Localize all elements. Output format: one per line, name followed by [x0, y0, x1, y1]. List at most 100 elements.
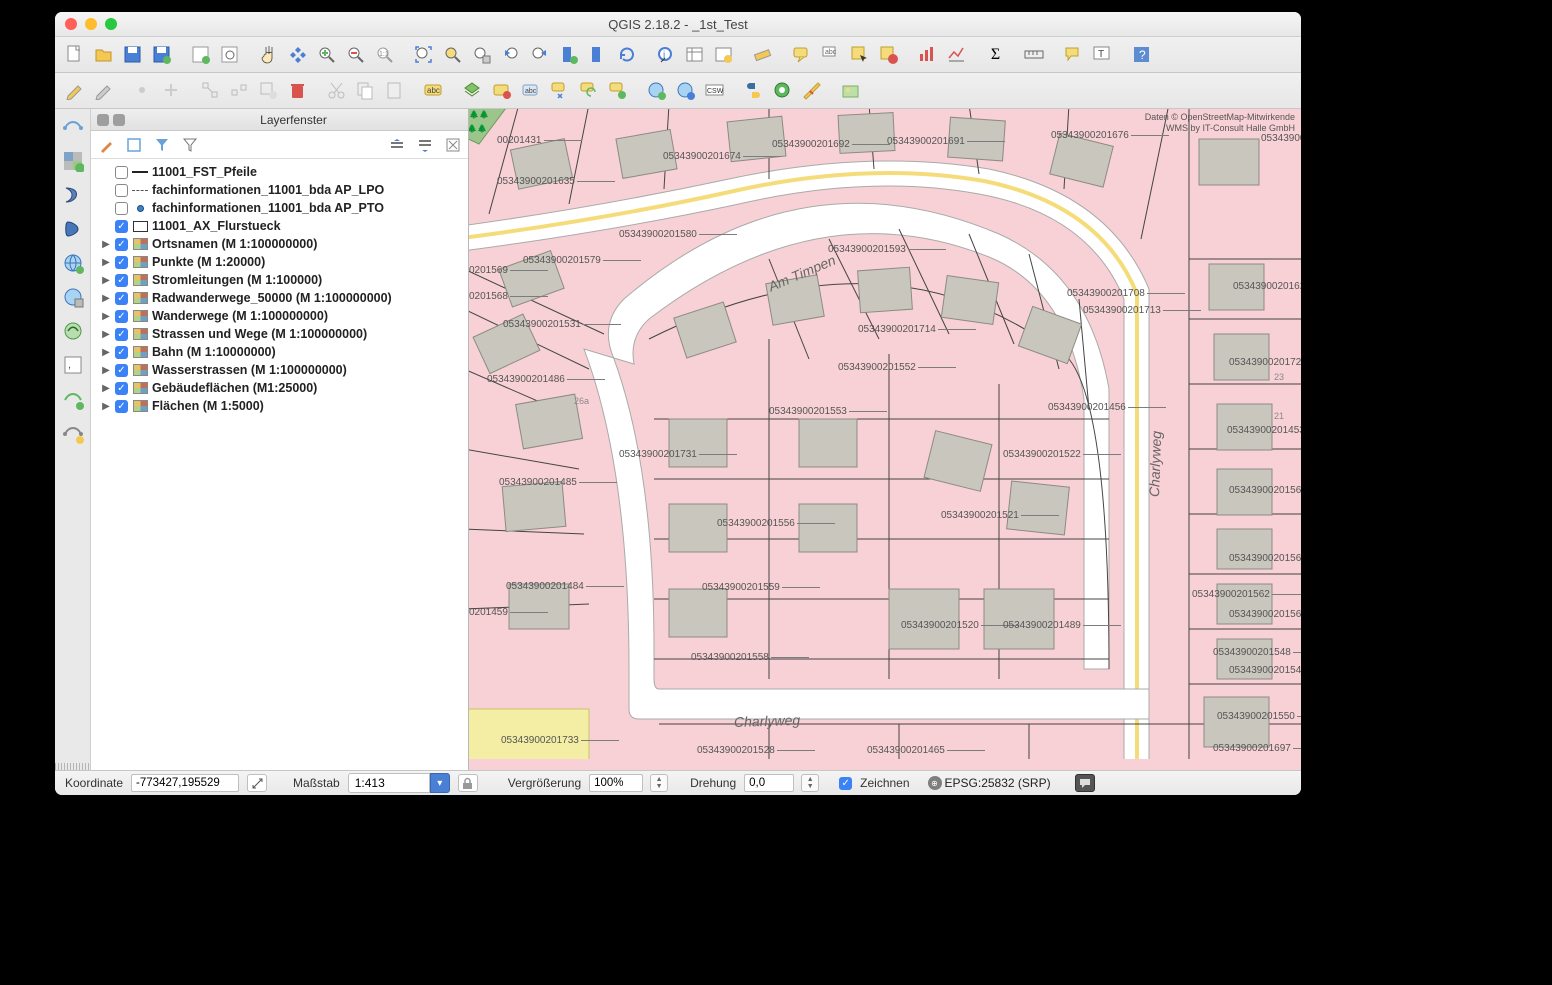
layout-manager-button[interactable]	[216, 41, 243, 68]
highlight-labels-button[interactable]: abc	[517, 77, 544, 104]
rotation-input[interactable]	[744, 774, 794, 792]
layer-checkbox[interactable]: ✓	[115, 274, 128, 287]
render-checkbox[interactable]: ✓	[839, 777, 852, 790]
layer-checkbox[interactable]: ✓	[115, 364, 128, 377]
annotation-tool-button[interactable]	[1060, 41, 1087, 68]
scale-selector[interactable]: ▾	[348, 773, 450, 793]
refresh-button[interactable]	[613, 41, 640, 68]
add-feature-button[interactable]	[129, 77, 156, 104]
filter-by-content-button[interactable]	[151, 134, 173, 156]
change-label-button[interactable]	[604, 77, 631, 104]
layer-checkbox[interactable]: ✓	[115, 256, 128, 269]
add-raster-button[interactable]	[59, 147, 87, 175]
add-spatialite-button[interactable]	[59, 181, 87, 209]
expand-icon[interactable]: ▶	[101, 329, 111, 340]
help-button[interactable]: ?	[1128, 41, 1155, 68]
zoom-in-button[interactable]	[313, 41, 340, 68]
maptips-button[interactable]	[788, 41, 815, 68]
zoom-to-layer-button[interactable]	[468, 41, 495, 68]
layer-item[interactable]: ▶✓Flächen (M 1:5000)	[91, 397, 468, 415]
add-virtual-button[interactable]	[59, 385, 87, 413]
map-canvas[interactable]: 🌲🌲 🌲🌲	[469, 109, 1301, 770]
layer-item[interactable]: fachinformationen_11001_bda AP_PTO	[91, 199, 468, 217]
save-edits-button[interactable]	[90, 77, 117, 104]
zoom-to-selection-button[interactable]	[439, 41, 466, 68]
filter-legend-button[interactable]	[123, 134, 145, 156]
save-as-button[interactable]	[148, 41, 175, 68]
collapse-all-button[interactable]	[414, 134, 436, 156]
expand-all-button[interactable]	[386, 134, 408, 156]
identify-button[interactable]: i	[652, 41, 679, 68]
attribute-table-button[interactable]	[681, 41, 708, 68]
geolocate-button[interactable]	[672, 77, 699, 104]
expand-icon[interactable]: ▶	[101, 239, 111, 250]
layer-item[interactable]: ▶✓Punkte (M 1:20000)	[91, 253, 468, 271]
statistical-summary-button[interactable]	[943, 41, 970, 68]
panel-undock-icon[interactable]	[113, 114, 125, 126]
close-button[interactable]	[65, 18, 77, 30]
expand-icon[interactable]: ▶	[101, 275, 111, 286]
coord-input[interactable]	[131, 774, 239, 792]
rotation-spinner[interactable]: ▲▼	[801, 774, 819, 792]
layer-item[interactable]: ▶✓Ortsnamen (M 1:100000000)	[91, 235, 468, 253]
layer-item[interactable]: ✓11001_AX_Flurstueck	[91, 217, 468, 235]
crs-button[interactable]: ⊕EPSG:25832 (SRP)	[928, 776, 1051, 790]
zoom-full-button[interactable]	[410, 41, 437, 68]
new-bookmark-button[interactable]	[555, 41, 582, 68]
expand-icon[interactable]: ▶	[101, 347, 111, 358]
minimize-button[interactable]	[85, 18, 97, 30]
layer-item[interactable]: fachinformationen_11001_bda AP_LPO	[91, 181, 468, 199]
zoom-out-button[interactable]	[342, 41, 369, 68]
scale-input[interactable]	[348, 773, 430, 793]
style-preset-button[interactable]	[95, 134, 117, 156]
pan-button[interactable]	[255, 41, 282, 68]
move-label-button[interactable]	[546, 77, 573, 104]
remove-layer-button[interactable]	[442, 134, 464, 156]
layer-checkbox[interactable]: ✓	[115, 220, 128, 233]
layer-checkbox[interactable]: ✓	[115, 238, 128, 251]
measure-button[interactable]	[749, 41, 776, 68]
zoom-next-button[interactable]	[526, 41, 553, 68]
layer-checkbox[interactable]	[115, 166, 128, 179]
save-button[interactable]	[119, 41, 146, 68]
annotation-button[interactable]: abc	[817, 41, 844, 68]
layer-item[interactable]: ▶✓Stromleitungen (M 1:100000)	[91, 271, 468, 289]
move-feature-button[interactable]	[158, 77, 185, 104]
add-wfs-button[interactable]	[59, 317, 87, 345]
new-project-button[interactable]	[61, 41, 88, 68]
zoom-native-button[interactable]: 1:1	[371, 41, 398, 68]
select-features-button[interactable]	[846, 41, 873, 68]
copy-button[interactable]	[352, 77, 379, 104]
pin-labels-button[interactable]	[488, 77, 515, 104]
messages-button[interactable]	[1075, 774, 1095, 792]
add-wms-button[interactable]	[59, 249, 87, 277]
first-aid-button[interactable]	[798, 77, 825, 104]
add-postgis-button[interactable]	[59, 215, 87, 243]
text-annotation-button[interactable]: T	[1089, 41, 1116, 68]
layer-checkbox[interactable]: ✓	[115, 400, 128, 413]
open-project-button[interactable]	[90, 41, 117, 68]
magnification-spinner[interactable]: ▲▼	[650, 774, 668, 792]
label-button[interactable]: abc	[420, 77, 447, 104]
layer-list[interactable]: 11001_FST_Pfeilefachinformationen_11001_…	[91, 159, 468, 770]
field-calc-button[interactable]	[710, 41, 737, 68]
add-vector-button[interactable]	[59, 113, 87, 141]
cut-feature-button[interactable]	[226, 77, 253, 104]
processing-toolbox-button[interactable]	[769, 77, 796, 104]
layer-checkbox[interactable]: ✓	[115, 310, 128, 323]
layer-checkbox[interactable]	[115, 202, 128, 215]
layer-checkbox[interactable]: ✓	[115, 328, 128, 341]
add-wcs-button[interactable]	[59, 283, 87, 311]
modify-attributes-button[interactable]	[255, 77, 282, 104]
sum-button[interactable]: Σ	[982, 41, 1009, 68]
layer-item[interactable]: ▶✓Bahn (M 1:10000000)	[91, 343, 468, 361]
layer-labeling-button[interactable]	[459, 77, 486, 104]
expand-icon[interactable]: ▶	[101, 293, 111, 304]
expand-icon[interactable]: ▶	[101, 365, 111, 376]
expand-icon[interactable]: ▶	[101, 257, 111, 268]
maximize-button[interactable]	[105, 18, 117, 30]
paste-button[interactable]	[381, 77, 408, 104]
layer-checkbox[interactable]: ✓	[115, 382, 128, 395]
show-bookmarks-button[interactable]	[584, 41, 611, 68]
panel-close-icon[interactable]	[97, 114, 109, 126]
